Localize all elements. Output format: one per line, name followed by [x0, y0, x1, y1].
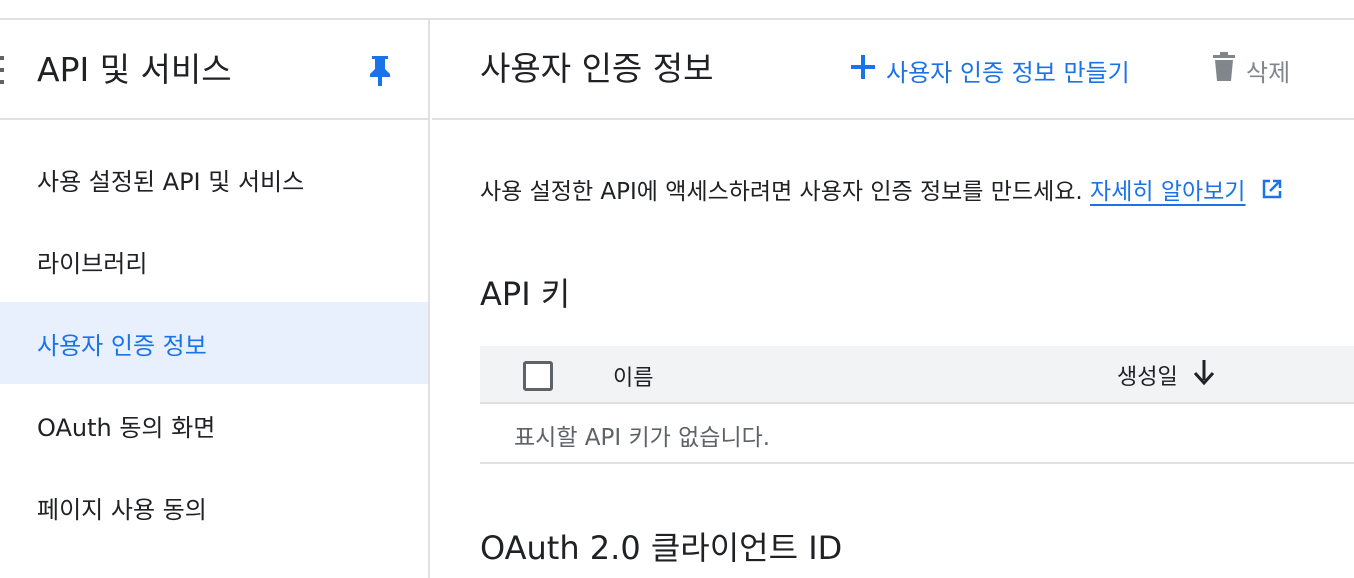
create-credentials-button[interactable]: 사용자 인증 정보 만들기 — [850, 50, 1130, 90]
sidebar-item-label: 라이브러리 — [37, 249, 148, 278]
sidebar-item-credentials[interactable]: 사용자 인증 정보 — [0, 302, 428, 384]
sidebar-item-label: 사용자 인증 정보 — [37, 331, 207, 360]
intro-message: 사용 설정한 API에 액세스하려면 사용자 인증 정보를 만드세요. — [480, 179, 1083, 205]
top-bar-edge — [0, 0, 1354, 20]
api-keys-title: API 키 — [480, 275, 571, 313]
api-keys-table: 이름 생성일 표시할 API 키가 없습니다. — [480, 346, 1354, 464]
sidebar-item-page-usage-agreements[interactable]: 페이지 사용 동의 — [0, 466, 428, 548]
external-link-icon[interactable] — [1261, 173, 1283, 213]
sidebar-item-oauth-consent[interactable]: OAuth 동의 화면 — [0, 384, 428, 466]
sidebar: API 및 서비스 사용 설정된 API 및 서비스라이브러리사용자 인증 정보… — [0, 20, 430, 578]
page-title: 사용자 인증 정보 — [480, 49, 714, 88]
table-empty-row: 표시할 API 키가 없습니다. — [480, 404, 1354, 464]
delete-button[interactable]: 삭제 — [1212, 50, 1290, 90]
sidebar-item-label: 사용 설정된 API 및 서비스 — [37, 167, 305, 196]
column-created-label: 생성일 — [1117, 365, 1178, 390]
column-name[interactable]: 이름 — [613, 360, 653, 392]
delete-label: 삭제 — [1246, 58, 1291, 87]
table-header: 이름 생성일 — [480, 346, 1354, 404]
sidebar-nav: 사용 설정된 API 및 서비스라이브러리사용자 인증 정보 OAuth 동의 화… — [0, 138, 428, 548]
intro-text: 사용 설정한 API에 액세스하려면 사용자 인증 정보를 만드세요. 자세히 … — [480, 172, 1283, 213]
sidebar-item-label: 페이지 사용 동의 — [37, 495, 207, 524]
oauth-clients-title: OAuth 2.0 클라이언트 ID — [480, 529, 843, 567]
learn-more-link[interactable]: 자세히 알아보기 — [1090, 179, 1245, 205]
column-created[interactable]: 생성일 — [1117, 358, 1216, 392]
trash-icon — [1212, 52, 1236, 88]
arrow-down-icon — [1192, 358, 1216, 392]
collapse-icon[interactable] — [0, 52, 10, 88]
sidebar-header: API 및 서비스 — [0, 20, 430, 120]
sidebar-title: API 및 서비스 — [37, 50, 232, 89]
empty-message: 표시할 API 키가 없습니다. — [514, 425, 771, 451]
sidebar-item-library[interactable]: 라이브러리 — [0, 220, 428, 302]
plus-icon — [850, 54, 876, 86]
sidebar-item-label: OAuth 동의 화면 — [37, 413, 216, 442]
sidebar-item-enabled-apis[interactable]: 사용 설정된 API 및 서비스 — [0, 138, 428, 220]
select-all-checkbox[interactable] — [523, 361, 553, 391]
create-credentials-label: 사용자 인증 정보 만들기 — [886, 58, 1130, 87]
pin-icon[interactable] — [367, 54, 393, 88]
main-header: 사용자 인증 정보 사용자 인증 정보 만들기 삭제 — [432, 20, 1354, 120]
